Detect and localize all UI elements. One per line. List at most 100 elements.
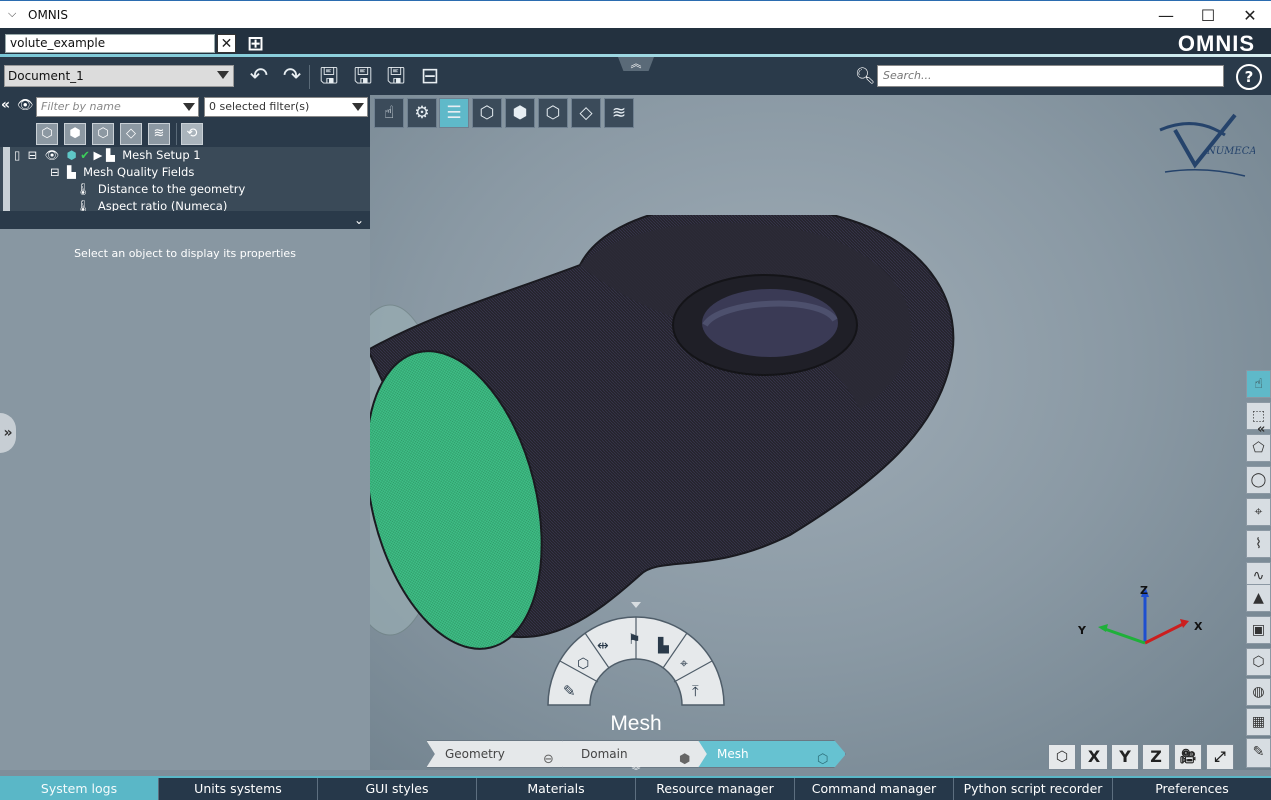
tab-command-manager[interactable]: Command manager xyxy=(795,778,954,800)
filter-by-name-input[interactable]: Filter by name xyxy=(36,97,199,117)
cube-filter-button-3[interactable]: ⬡ xyxy=(92,123,114,145)
cube-view-button[interactable]: ⬡ xyxy=(1246,648,1271,676)
tree-item-aspect-ratio[interactable]: 🌡︎ Aspect ratio (Numeca) xyxy=(76,198,227,211)
maximize-button[interactable]: ☐ xyxy=(1188,3,1228,27)
undo-icon: ↶ xyxy=(249,64,269,89)
collapse-panel-button[interactable]: « xyxy=(1,97,10,113)
window-title: OMNIS xyxy=(28,7,68,22)
sphere-view-button[interactable]: ◍ xyxy=(1246,678,1271,706)
tab-materials[interactable]: Materials xyxy=(477,778,636,800)
cubes-icon: ⬢ xyxy=(69,126,81,141)
export-icon[interactable]: ⤒ xyxy=(692,682,699,700)
grid-view-button[interactable]: ▦ xyxy=(1246,708,1271,736)
view-z-button[interactable]: Z xyxy=(1142,744,1170,770)
add-project-button[interactable]: ⊞ xyxy=(246,31,265,55)
view-y-button[interactable]: Y xyxy=(1111,744,1139,770)
help-button[interactable]: ? xyxy=(1236,64,1262,90)
tab-units-systems[interactable]: Units systems xyxy=(159,778,318,800)
save-button[interactable]: 🖫 xyxy=(316,64,342,90)
close-project-button[interactable]: ✕ xyxy=(217,34,236,53)
undo-button[interactable]: ↶ xyxy=(246,64,272,90)
cube-filter-button-1[interactable]: ⬡ xyxy=(36,123,58,145)
workflow-step-geometry[interactable]: Geometry ⊖ xyxy=(426,740,574,768)
double-chevron-left-icon: « xyxy=(1257,422,1266,437)
edit-icon[interactable]: ✎ xyxy=(563,682,576,700)
layout-button[interactable]: ⊟ xyxy=(417,64,443,90)
3d-viewport[interactable]: ☝ ⚙ ☰ ⬡ ⬢ ⬡ ◇ ≋ NUMECA Z X Y xyxy=(331,95,1271,770)
fit-view-button[interactable]: ⤢ xyxy=(1206,744,1234,770)
cube-icon[interactable]: ⬡ xyxy=(577,656,589,672)
minimize-button[interactable]: — xyxy=(1146,3,1186,27)
cube-icon: ⬡ xyxy=(1055,749,1069,765)
cube-display-button-3[interactable]: ⬡ xyxy=(538,98,568,128)
plus-icon: ⊞ xyxy=(247,31,264,55)
select-mode-button[interactable]: ☝ xyxy=(374,98,404,128)
collapse-icon[interactable]: ⊟ xyxy=(28,148,38,162)
lasso-select-button[interactable]: ◯ xyxy=(1246,466,1271,494)
layers-button[interactable]: ≋ xyxy=(604,98,634,128)
panel-splitter[interactable]: ⌄ xyxy=(0,211,370,229)
probe-button[interactable]: ⌇ xyxy=(1246,530,1271,558)
pan-tool-button[interactable]: ☝ xyxy=(1246,370,1271,398)
selected-filters-select[interactable]: 0 selected filter(s) xyxy=(204,97,368,117)
view-x-button[interactable]: X xyxy=(1080,744,1108,770)
cube-filter-button-2[interactable]: ⬢ xyxy=(64,123,86,145)
filter-row: « 👁︎ Filter by name 0 selected filter(s) xyxy=(0,95,370,119)
search-input[interactable]: Search... xyxy=(877,65,1224,87)
tree-item-distance[interactable]: 🌡︎ Distance to the geometry xyxy=(76,181,245,198)
tool-divider xyxy=(176,123,177,145)
bottom-tab-bar: System logs Units systems GUI styles Mat… xyxy=(0,776,1271,800)
tab-system-logs[interactable]: System logs xyxy=(0,778,159,800)
gallery-button[interactable]: ▣ xyxy=(1246,616,1271,644)
save-as-button[interactable]: 🖫 xyxy=(350,64,376,90)
paint-icon: ⌖ xyxy=(1254,504,1263,520)
curve-icon: ∿ xyxy=(1252,568,1265,584)
chart-icon[interactable]: ▙ xyxy=(657,636,669,654)
tree-item-mesh-quality-fields[interactable]: ⊟ ▙ Mesh Quality Fields xyxy=(50,164,194,181)
watermark-text: NUMECA xyxy=(1206,146,1255,157)
workflow-step-domain[interactable]: Domain ⬢ xyxy=(562,740,710,768)
flag-icon[interactable]: ⚑ xyxy=(628,632,641,648)
document-select[interactable]: Document_1 xyxy=(4,65,234,87)
camera-button[interactable]: 🎥︎ xyxy=(1174,744,1202,770)
cube-icon: ⬡ xyxy=(41,126,53,141)
eye-icon[interactable]: 👁︎ xyxy=(45,148,60,162)
double-chevron-right-icon: » xyxy=(3,425,13,441)
tab-gui-styles[interactable]: GUI styles xyxy=(318,778,477,800)
iso-view-button[interactable]: ⬡ xyxy=(1048,744,1076,770)
tab-resource-manager[interactable]: Resource manager xyxy=(636,778,795,800)
document-name: Document_1 xyxy=(8,69,84,83)
workflow-step-mesh[interactable]: Mesh ⬡ xyxy=(698,740,846,768)
visibility-toggle[interactable]: 👁︎ xyxy=(17,98,34,113)
tree-scrollbar[interactable] xyxy=(3,147,10,211)
collapse-icon[interactable]: ⊟ xyxy=(50,165,60,179)
cube-display-button-4[interactable]: ◇ xyxy=(571,98,601,128)
link-filter-button[interactable]: ⟲ xyxy=(181,123,203,145)
save-copy-button[interactable]: 🖫 xyxy=(383,64,409,90)
play-icon[interactable]: ▶ xyxy=(94,148,103,162)
cube-display-button-2[interactable]: ⬢ xyxy=(505,98,535,128)
save-icon: 🖫 xyxy=(319,64,339,89)
view-mode-button[interactable]: ⚙ xyxy=(407,98,437,128)
tab-python-script-recorder[interactable]: Python script recorder xyxy=(954,778,1113,800)
project-name-field[interactable]: volute_example xyxy=(5,34,215,53)
close-button[interactable]: ✕ xyxy=(1230,3,1270,27)
system-menu-icon[interactable]: ⌵ xyxy=(8,7,16,21)
redo-button[interactable]: ↷ xyxy=(279,64,305,90)
paint-select-button[interactable]: ⌖ xyxy=(1246,498,1271,526)
cube-filter-button-4[interactable]: ◇ xyxy=(120,123,142,145)
location-icon[interactable]: ⌖ xyxy=(680,656,688,672)
axis-x-label: X xyxy=(1194,620,1203,633)
mesh-icon: ⬢ xyxy=(66,148,77,162)
measure-button[interactable]: ✎ xyxy=(1246,738,1271,768)
spacing-icon[interactable]: ⇹ xyxy=(597,638,609,654)
hand-icon: ☝ xyxy=(1254,376,1263,392)
image-tool-button[interactable]: ▲ xyxy=(1246,584,1271,612)
tree-item-mesh-setup[interactable]: ▯ ⊟ 👁︎ ⬢ ✔ ▶ ▙ Mesh Setup 1 xyxy=(14,147,201,164)
tab-preferences[interactable]: Preferences xyxy=(1113,778,1271,800)
cube-display-button-1[interactable]: ⬡ xyxy=(472,98,502,128)
collapse-toolbar-button[interactable]: ︽ xyxy=(618,57,654,71)
layers-filter-button[interactable]: ≋ xyxy=(148,123,170,145)
collapse-right-toolbar-button[interactable]: « xyxy=(1257,422,1271,444)
tree-view-button[interactable]: ☰ xyxy=(439,98,469,128)
